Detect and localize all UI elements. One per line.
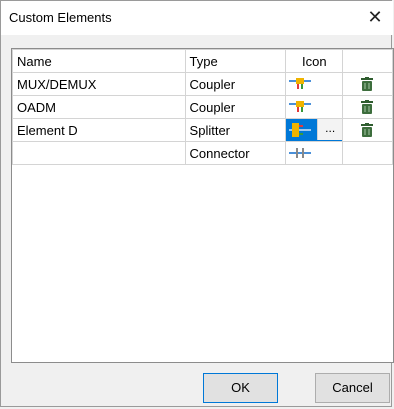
delete-cell[interactable]: [342, 118, 393, 142]
icon-cell[interactable]: ...: [285, 118, 344, 142]
trash-icon[interactable]: [361, 123, 374, 137]
connector-icon: [289, 148, 312, 158]
table-row[interactable]: MUX/DEMUX Coupler: [12, 72, 393, 96]
coupler-icon: [289, 101, 312, 112]
type-cell[interactable]: Splitter: [184, 118, 287, 142]
splitter-icon: [289, 123, 312, 137]
name-cell[interactable]: MUX/DEMUX: [12, 72, 186, 96]
column-header-actions: [342, 49, 393, 73]
table-row[interactable]: Connector: [12, 141, 393, 165]
ok-button[interactable]: OK: [203, 373, 278, 403]
trash-icon[interactable]: [361, 100, 374, 114]
trash-icon[interactable]: [361, 77, 374, 91]
table-header-row: Name Type Icon: [12, 49, 393, 73]
name-cell[interactable]: OADM: [12, 95, 186, 119]
table-row[interactable]: Element D Splitter ...: [12, 118, 393, 142]
column-header-icon[interactable]: Icon: [285, 49, 344, 73]
name-cell[interactable]: [12, 141, 186, 165]
column-header-type[interactable]: Type: [184, 49, 287, 73]
icon-cell[interactable]: [285, 72, 344, 96]
icon-cell[interactable]: [285, 141, 344, 165]
type-cell[interactable]: Coupler: [184, 95, 287, 119]
dialog-title: Custom Elements: [9, 10, 112, 25]
cancel-button[interactable]: Cancel: [315, 373, 390, 403]
delete-cell[interactable]: [342, 95, 393, 119]
close-icon[interactable]: ✕: [363, 5, 387, 29]
browse-icon-button[interactable]: ...: [317, 119, 342, 140]
column-header-name[interactable]: Name: [12, 49, 186, 73]
type-cell[interactable]: Coupler: [184, 72, 287, 96]
type-cell[interactable]: Connector: [184, 141, 287, 165]
icon-cell[interactable]: [285, 95, 344, 119]
table-row[interactable]: OADM Coupler: [12, 95, 393, 119]
title-bar: Custom Elements ✕: [1, 1, 393, 35]
custom-elements-dialog: Custom Elements ✕ Name Type Icon MUX/DEM…: [0, 0, 394, 407]
name-cell[interactable]: Element D: [12, 118, 186, 142]
elements-table: Name Type Icon MUX/DEMUX Coupler OADM Co…: [11, 48, 394, 363]
delete-cell[interactable]: [342, 72, 393, 96]
delete-cell: [342, 141, 393, 165]
coupler-icon: [289, 78, 312, 89]
